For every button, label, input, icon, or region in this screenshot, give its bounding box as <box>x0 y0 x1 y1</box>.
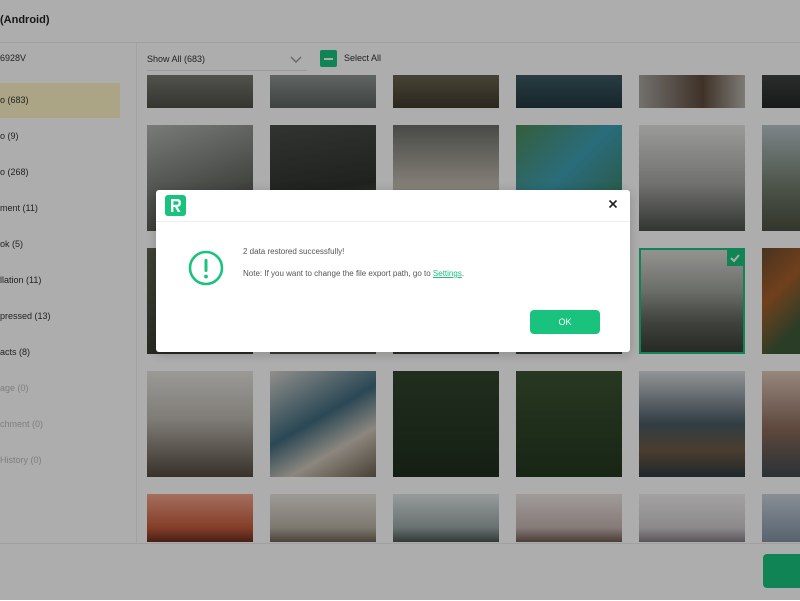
exclamation-circle-icon <box>188 250 224 286</box>
success-dialog: 2 data restored successfully! Note: If y… <box>156 190 630 352</box>
note-end: . <box>461 269 465 278</box>
dialog-message: 2 data restored successfully! <box>243 247 345 256</box>
close-icon[interactable] <box>605 196 621 212</box>
ok-button[interactable]: OK <box>530 310 600 334</box>
app-logo-icon <box>165 195 186 216</box>
note-text: Note: If you want to change the file exp… <box>243 269 433 278</box>
settings-link[interactable]: Settings <box>433 269 462 278</box>
dialog-divider <box>156 221 630 222</box>
dialog-note: Note: If you want to change the file exp… <box>243 269 464 278</box>
